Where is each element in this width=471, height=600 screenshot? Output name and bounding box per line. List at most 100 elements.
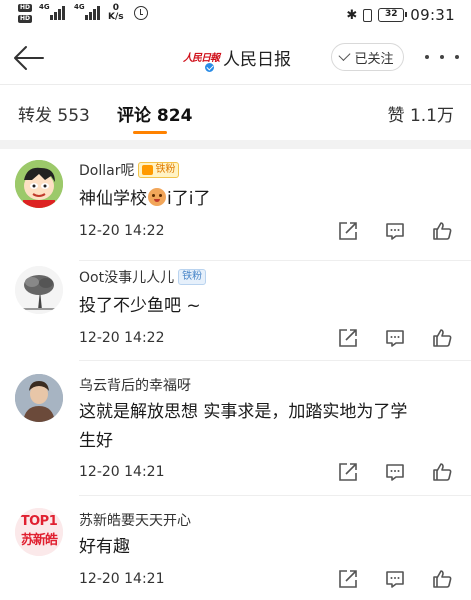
bluetooth-icon: ✱ bbox=[346, 7, 358, 23]
comment-username[interactable]: Oot没事儿人儿 铁粉 bbox=[79, 267, 207, 287]
tab-reposts[interactable]: 转发 553 bbox=[18, 101, 90, 126]
comment-icon bbox=[386, 223, 404, 240]
like-button[interactable] bbox=[431, 220, 453, 242]
account-name[interactable]: 人民日报 bbox=[223, 45, 291, 70]
hd-badge-2: HD bbox=[18, 15, 33, 23]
comment-text: 这就是解放思想 实事求是，加踏实地为了学生好 bbox=[79, 402, 408, 451]
iron-fan-badge: 铁粉 bbox=[138, 162, 180, 178]
comment-item: 乌云背后的幸福呀 这就是解放思想 实事求是，加踏实地为了学生好 12-20 14… bbox=[0, 361, 471, 496]
comment-actions bbox=[335, 568, 460, 592]
person-avatar-icon bbox=[15, 374, 63, 422]
comment-username[interactable]: 苏新皓要天天开心 bbox=[79, 510, 191, 530]
status-right: ✱ 32 09:31 bbox=[346, 6, 455, 24]
avatar[interactable] bbox=[15, 266, 63, 314]
status-left: HD HD 4G 4G 0 K/s bbox=[18, 3, 148, 23]
thumbs-up-icon bbox=[433, 463, 452, 481]
tab-likes[interactable]: 赞 1.1万 bbox=[388, 101, 454, 126]
tabs-bar: 转发 553 评论 824 赞 1.1万 bbox=[0, 85, 471, 140]
signal-type-label-2: 4G bbox=[74, 3, 85, 11]
username-text[interactable]: Oot没事儿人儿 bbox=[79, 267, 174, 287]
hd-badge-1: HD bbox=[18, 4, 33, 12]
share-button[interactable] bbox=[337, 327, 359, 349]
comment-icon bbox=[386, 571, 404, 588]
share-button[interactable] bbox=[337, 568, 359, 590]
comment-actions bbox=[335, 461, 460, 485]
share-icon bbox=[339, 222, 357, 240]
avatar[interactable] bbox=[15, 374, 63, 422]
comment-time: 12-20 14:21 bbox=[79, 571, 165, 587]
comment-text-part: i了i了 bbox=[167, 189, 211, 209]
vibrate-icon bbox=[363, 8, 373, 22]
comment-time: 12-20 14:22 bbox=[79, 330, 165, 346]
comment-icon bbox=[386, 330, 404, 347]
share-button[interactable] bbox=[337, 220, 359, 242]
cartoon-avatar-icon bbox=[15, 160, 63, 208]
signal-icon: 4G bbox=[39, 3, 66, 20]
back-arrow-icon bbox=[14, 46, 44, 70]
clock: 09:31 bbox=[410, 6, 455, 24]
thumbs-up-icon bbox=[433, 222, 452, 240]
back-button[interactable] bbox=[12, 42, 46, 74]
iron-fan-badge: 铁粉 bbox=[178, 269, 207, 285]
comment-item: TOP1 苏新皓 苏新皓要天天开心 好有趣 12-20 14:21 bbox=[0, 496, 471, 600]
avatar[interactable]: TOP1 苏新皓 bbox=[15, 508, 63, 556]
battery-icon: 32 bbox=[378, 8, 408, 22]
following-button[interactable]: 已关注 bbox=[331, 43, 404, 71]
signal-icon-2: 4G bbox=[74, 3, 101, 20]
more-dot-icon bbox=[425, 55, 429, 59]
signal-type-label: 4G bbox=[39, 3, 50, 11]
reply-button[interactable] bbox=[384, 568, 406, 590]
comment-text-part: 神仙学校 bbox=[79, 189, 147, 209]
more-dot-icon bbox=[440, 55, 444, 59]
reply-button[interactable] bbox=[384, 220, 406, 242]
active-tab-indicator bbox=[133, 131, 167, 134]
comment-text: 神仙学校 i了i了 bbox=[79, 185, 459, 214]
comment-actions bbox=[335, 220, 460, 244]
like-button[interactable] bbox=[431, 461, 453, 483]
share-icon bbox=[339, 329, 357, 347]
like-button[interactable] bbox=[431, 568, 453, 590]
share-button[interactable] bbox=[337, 461, 359, 483]
comment-icon bbox=[386, 464, 404, 481]
share-icon bbox=[339, 570, 357, 588]
comment-username[interactable]: 乌云背后的幸福呀 bbox=[79, 375, 191, 395]
check-icon bbox=[338, 48, 351, 62]
comment-username[interactable]: Dollar呢 铁粉 bbox=[79, 160, 180, 180]
comment-actions bbox=[335, 327, 460, 351]
logo-text: 人民日報 bbox=[183, 52, 220, 64]
reply-button[interactable] bbox=[384, 461, 406, 483]
tab-comments[interactable]: 评论 824 bbox=[117, 101, 192, 126]
avatar-main-text: 苏新皓 bbox=[20, 533, 58, 548]
avatar-top-text: TOP1 bbox=[20, 514, 58, 529]
username-text[interactable]: Dollar呢 bbox=[79, 160, 134, 180]
reply-button[interactable] bbox=[384, 327, 406, 349]
more-options-button[interactable] bbox=[425, 45, 459, 69]
username-text[interactable]: 乌云背后的幸福呀 bbox=[79, 375, 191, 395]
like-button[interactable] bbox=[431, 327, 453, 349]
username-text[interactable]: 苏新皓要天天开心 bbox=[79, 510, 191, 530]
comment-text: 好有趣 bbox=[79, 537, 130, 557]
comment-time: 12-20 14:21 bbox=[79, 464, 165, 480]
comment-item: Oot没事儿人儿 铁粉 投了不少鱼吧 ~ 12-20 14:22 bbox=[0, 261, 471, 361]
more-dot-icon bbox=[455, 55, 459, 59]
hd-stack: HD HD bbox=[18, 4, 33, 23]
following-label: 已关注 bbox=[354, 51, 394, 67]
verified-icon bbox=[204, 61, 215, 73]
thumbs-up-icon bbox=[433, 570, 452, 588]
crown-icon bbox=[142, 165, 154, 175]
top-nav: 人民日報 人民日报 已关注 bbox=[0, 32, 471, 84]
network-speed: 0 K/s bbox=[108, 4, 124, 22]
network-speed-unit: K/s bbox=[108, 12, 124, 22]
account-header[interactable]: 人民日報 人民日报 bbox=[183, 45, 291, 73]
thumbs-up-icon bbox=[433, 329, 452, 347]
comment-time: 12-20 14:22 bbox=[79, 223, 165, 239]
tree-avatar-icon bbox=[15, 266, 63, 314]
account-avatar[interactable]: 人民日報 bbox=[183, 47, 220, 73]
avatar[interactable] bbox=[15, 160, 63, 208]
share-icon bbox=[339, 463, 357, 481]
comment-item: Dollar呢 铁粉 神仙学校 i了i了 12-20 14:22 bbox=[0, 149, 471, 261]
section-gap bbox=[0, 140, 471, 149]
status-bar: HD HD 4G 4G 0 K/s ✱ 32 09:31 bbox=[0, 0, 471, 32]
comment-text: 投了不少鱼吧 ~ bbox=[79, 296, 201, 316]
alarm-icon bbox=[133, 6, 148, 20]
